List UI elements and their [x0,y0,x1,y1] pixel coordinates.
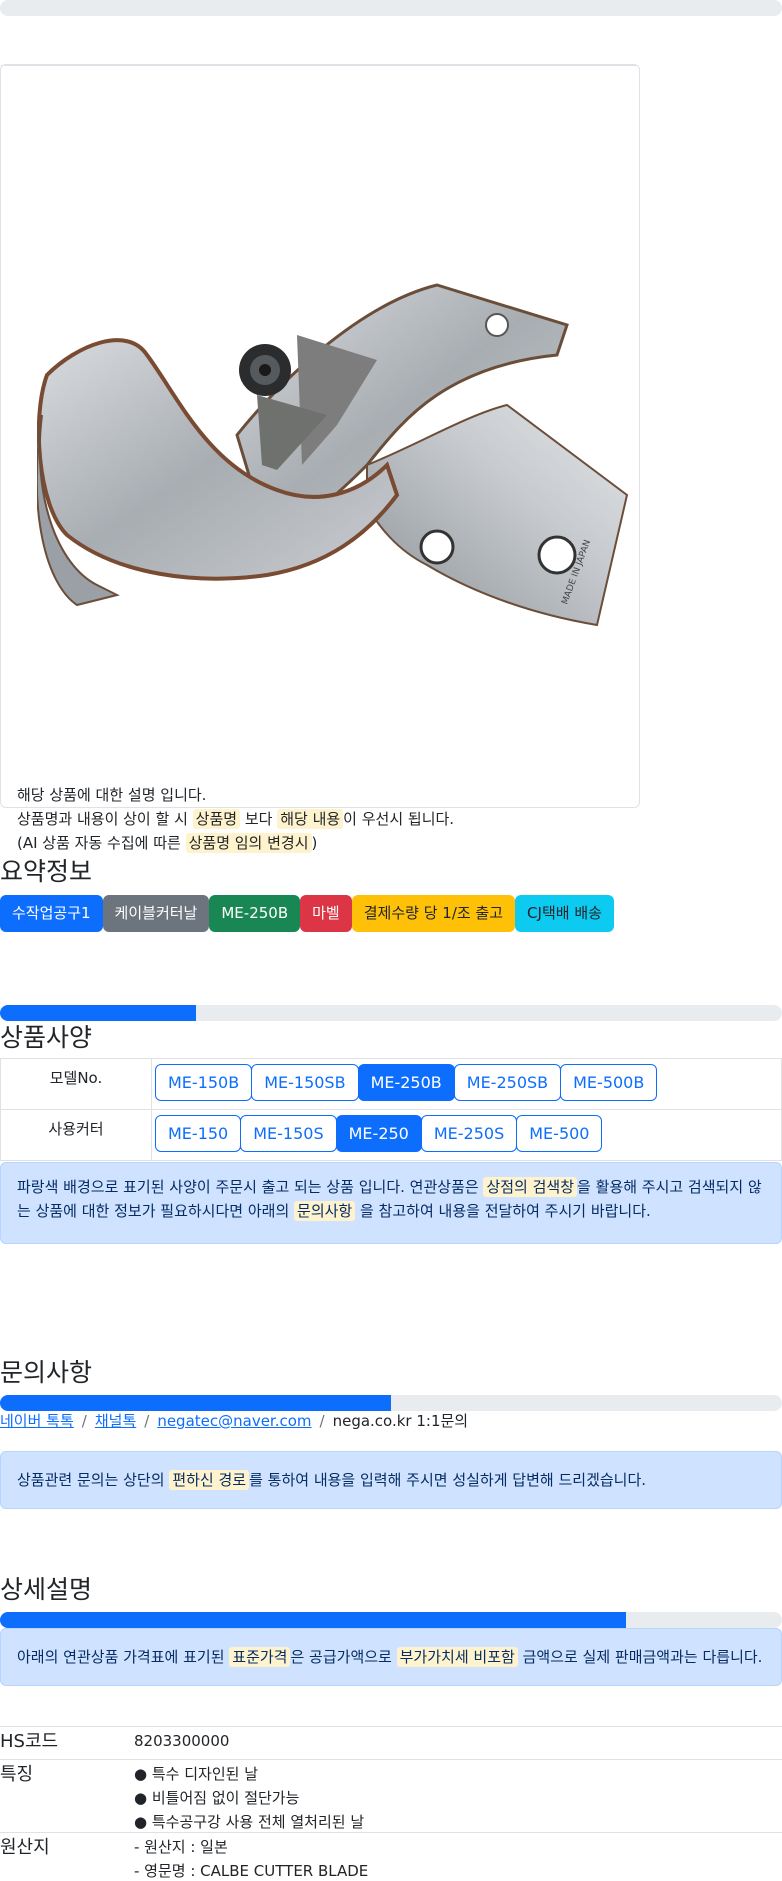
detail-alert-b: 은 공급가액으로 [290,1648,397,1666]
origin-item: - 영문명 : CALBE CUTTER BLADE [134,1862,369,1880]
product-image-card: MADE IN JAPAN 해당 상품에 대한 설명 입니다. 상품명과 내용이… [0,64,640,853]
origin-item: - 원산지 : 일본 [134,1838,228,1856]
highlight-product-name: 상품명 [192,809,241,829]
spec-option-button[interactable]: ME-150 [155,1115,242,1152]
spec-option-button[interactable]: ME-250S [420,1115,518,1152]
spec-option-group: ME-150B ME-150SB ME-250B ME-250SB ME-500B [155,1064,658,1101]
detail-alert: 아래의 연관상품 가격표에 표기된 표준가격 은 공급가액으로 부가가치세 비포함… [0,1628,782,1686]
inquiry-alert-b: 를 통하여 내용을 입력해 주시면 성실하게 답변해 드리겠습니다. [249,1471,647,1489]
highlight-search: 상점의 검색창 [483,1177,578,1197]
highlight-standard-price: 표준가격 [229,1647,291,1667]
feature-item: ● 특수 디자인된 날 [134,1765,258,1783]
spec-row: 사용커터 ME-150 ME-150S ME-250 ME-250S ME-500 [0,1110,782,1161]
detail-progress-fill [0,1612,626,1628]
channel-talk-link[interactable]: 채널톡 [95,1412,136,1430]
spec-progress-bar [0,1005,782,1021]
separator: / [81,1412,87,1430]
detail-progress-bar [0,1612,782,1628]
notice-line-2-c: 이 우선시 됩니다. [343,810,455,828]
highlight-vat: 부가가치세 비포함 [396,1647,518,1667]
separator: / [319,1412,325,1430]
origin-list: - 원산지 : 일본 - 영문명 : CALBE CUTTER BLADE [134,1835,368,1881]
spec-option-button[interactable]: ME-250B [357,1064,455,1101]
origin-label: 원산지 [0,1837,50,1858]
site-inquiry-text: nega.co.kr 1:1문의 [332,1412,469,1430]
spec-option-button[interactable]: ME-150S [240,1115,337,1152]
spec-option-button[interactable]: ME-150B [155,1064,253,1101]
inquiry-alert-a: 상품관련 문의는 상단의 [17,1471,170,1489]
separator: / [144,1412,150,1430]
spec-row-label: 사용커터 [1,1110,152,1160]
spec-option-button[interactable]: ME-500 [516,1115,603,1152]
feature-list: ● 특수 디자인된 날 ● 비틀어짐 없이 절단가능 ● 특수공구강 사용 전체… [134,1762,364,1834]
detail-alert-c: 금액으로 실제 판매금액과는 다릅니다. [517,1648,763,1666]
feature-row: 특징 ● 특수 디자인된 날 ● 비틀어짐 없이 절단가능 ● 특수공구강 사용… [0,1759,782,1832]
inquiry-progress-fill [0,1395,391,1411]
summary-badge: 케이블커터날 [102,895,210,932]
notice-text: 해당 상품에 대한 설명 입니다. 상품명과 내용이 상이 할 시 상품명 보다… [17,783,454,855]
inquiry-title: 문의사항 [0,1358,93,1387]
feature-item: ● 특수공구강 사용 전체 열처리된 날 [134,1813,365,1831]
highlight-route: 편하신 경로 [169,1470,250,1490]
hs-code-value: 8203300000 [134,1732,230,1750]
email-link[interactable]: negatec@naver.com [157,1412,311,1430]
summary-badge: ME-250B [209,895,301,932]
inquiry-alert: 상품관련 문의는 상단의 편하신 경로 를 통하여 내용을 입력해 주시면 성실하… [0,1451,782,1509]
notice-line-2-b: 보다 [240,810,278,828]
spec-row-label: 모델No. [1,1059,152,1109]
highlight-content: 해당 내용 [277,809,344,829]
summary-badges: 수작업공구1 케이블커터날 ME-250B 마벨 결제수량 당 1/조 출고 CJ택배 배… [0,895,614,932]
feature-item: ● 비틀어짐 없이 절단가능 [134,1789,300,1807]
card-divider [1,65,637,66]
spec-option-button[interactable]: ME-150SB [251,1064,359,1101]
spec-alert-c: 을 참고하여 내용을 전달하여 주시기 바랍니다. [355,1202,651,1220]
origin-row: 원산지 - 원산지 : 일본 - 영문명 : CALBE CUTTER BLAD… [0,1832,782,1881]
detail-title: 상세설명 [0,1575,93,1604]
spec-option-button[interactable]: ME-500B [560,1064,658,1101]
notice-line-3-b: ) [311,834,318,852]
notice-line-2-a: 상품명과 내용이 상이 할 시 [17,810,193,828]
detail-alert-a: 아래의 연관상품 가격표에 표기된 [17,1648,230,1666]
inquiry-progress-bar [0,1395,782,1411]
notice-line-3-a: (AI 상품 자동 수집에 따른 [17,834,186,852]
naver-talktalk-link[interactable]: 네이버 톡톡 [0,1412,74,1430]
hs-code-row: HS코드 8203300000 [0,1726,782,1758]
spec-option-button[interactable]: ME-250 [335,1115,422,1152]
spec-option-button[interactable]: ME-250SB [453,1064,562,1101]
highlight-inquiry: 문의사항 [294,1201,356,1221]
top-progress-bar [0,0,782,16]
summary-badge: CJ택배 배송 [515,895,614,932]
spec-row: 모델No. ME-150B ME-150SB ME-250B ME-250SB ME-50… [0,1059,782,1110]
spec-table: 모델No. ME-150B ME-150SB ME-250B ME-250SB ME-50… [0,1058,782,1161]
cable-cutter-blade-image: MADE IN JAPAN [37,283,629,627]
notice-line-2: 상품명과 내용이 상이 할 시 상품명 보다 해당 내용 이 우선시 됩니다. [17,807,454,831]
spec-title: 상품사양 [0,1023,93,1052]
spec-option-group: ME-150 ME-150S ME-250 ME-250S ME-500 [155,1115,603,1152]
summary-title: 요약정보 [0,857,93,886]
summary-badge: 수작업공구1 [0,895,103,932]
highlight-name-change: 상품명 임의 변경시 [185,833,312,853]
hs-code-label: HS코드 [0,1731,59,1752]
summary-badge: 결제수량 당 1/조 출고 [351,895,516,932]
feature-label: 특징 [0,1764,34,1785]
summary-badge: 마벨 [300,895,352,932]
spec-alert: 파랑색 배경으로 표기된 사양이 주문시 출고 되는 상품 입니다. 연관상품은… [0,1162,782,1244]
inquiry-breadcrumb: 네이버 톡톡 / 채널톡 / negatec@naver.com / nega.co.kr … [0,1410,468,1431]
notice-line-1: 해당 상품에 대한 설명 입니다. [17,786,207,804]
spec-alert-a: 파랑색 배경으로 표기된 사양이 주문시 출고 되는 상품 입니다. 연관상품은 [17,1178,484,1196]
